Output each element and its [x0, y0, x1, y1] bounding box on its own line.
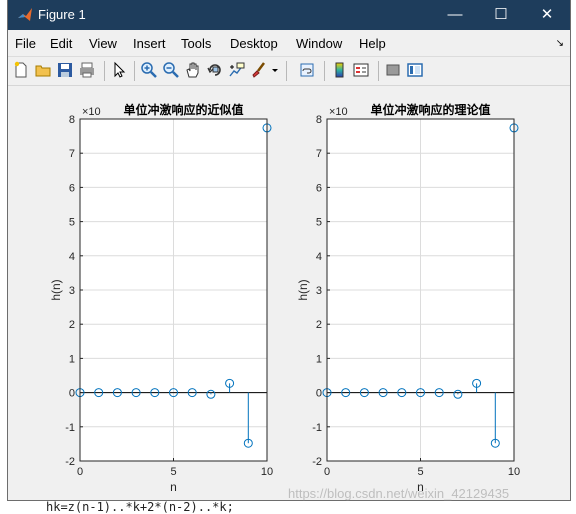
chart2-y-tick-label: 7	[316, 148, 322, 160]
chart2-x-tick-label: 0	[324, 466, 330, 478]
chart1-y-tick-label: 7	[69, 148, 75, 160]
chart1-x-tick-label: 5	[170, 466, 176, 478]
menu-edit[interactable]: Edit	[50, 36, 72, 51]
chart1-x-axis-label: n	[170, 480, 177, 494]
chart1-y-tick-label: 6	[69, 182, 75, 194]
toolbar-separator	[378, 61, 379, 81]
chart1-y-tick-label: -2	[65, 456, 75, 468]
chart1-y-tick-label: 5	[69, 217, 75, 229]
figure-window: Figure 1 — ☐ ✕ File Edit View Insert Too…	[8, 0, 570, 500]
chart2-y-tick-label: -2	[312, 456, 322, 468]
chart2-x-tick-label: 5	[417, 466, 423, 478]
save-icon[interactable]	[56, 61, 74, 79]
rotate-3d-icon[interactable]	[206, 61, 224, 79]
chart1-y-tick-label: -1	[65, 422, 75, 434]
menu-bar: File Edit View Insert Tools Desktop Wind…	[8, 30, 570, 57]
hide-plot-tools-icon[interactable]	[384, 61, 402, 79]
open-file-icon[interactable]	[34, 61, 52, 79]
matlab-logo-icon	[18, 8, 32, 21]
chart2-y-axis-label: h(n)	[296, 279, 310, 300]
chart2-title: 单位冲激响应的理论值	[370, 102, 490, 117]
chart1-y-tick-label: 8	[69, 114, 75, 126]
select-arrow-icon[interactable]	[110, 61, 128, 79]
chart2-x-tick-label: 10	[508, 466, 520, 478]
chart2-y-tick-label: 0	[316, 388, 322, 400]
chart1-y-tick-label: 4	[69, 251, 75, 263]
chart1-y-tick-label: 1	[69, 353, 75, 365]
maximize-button[interactable]: ☐	[478, 0, 524, 30]
colorbar-icon[interactable]	[330, 61, 348, 79]
chart2-exponent-label: ×10	[329, 106, 348, 118]
chart2-y-tick-label: 2	[316, 319, 322, 331]
legend-icon[interactable]	[352, 61, 370, 79]
window-title: Figure 1	[38, 7, 86, 22]
background-editor-right	[569, 0, 576, 514]
toolbar-separator	[104, 61, 105, 81]
menu-dock-arrow-icon[interactable]: ↘	[556, 38, 564, 49]
menu-view[interactable]: View	[89, 36, 117, 51]
menu-desktop[interactable]: Desktop	[230, 36, 278, 51]
chart1-x-tick-label: 10	[261, 466, 273, 478]
close-button[interactable]: ✕	[524, 0, 570, 30]
zoom-in-icon[interactable]	[140, 61, 158, 79]
data-cursor-icon[interactable]	[228, 61, 246, 79]
new-figure-icon[interactable]	[12, 61, 30, 79]
brush-icon[interactable]	[250, 61, 268, 79]
link-plot-icon[interactable]	[298, 61, 316, 79]
chart2-y-tick-label: 3	[316, 285, 322, 297]
brush-dropdown-icon[interactable]	[270, 61, 280, 79]
menu-insert[interactable]: Insert	[133, 36, 166, 51]
plots-canvas[interactable]: -2-10123456780 5 10×10 单位冲激响应的近似值nh(n)-2-10…	[8, 86, 570, 500]
title-bar[interactable]: Figure 1 — ☐ ✕	[8, 0, 570, 30]
chart2-y-tick-label: 6	[316, 182, 322, 194]
chart1-x-tick-label: 0	[77, 466, 83, 478]
figure-toolbar	[8, 57, 570, 86]
chart2-y-tick-label: 5	[316, 217, 322, 229]
menu-window[interactable]: Window	[296, 36, 342, 51]
chart1-exponent-label: ×10	[82, 106, 101, 118]
minimize-button[interactable]: —	[432, 0, 478, 30]
print-icon[interactable]	[78, 61, 96, 79]
toolbar-separator	[134, 61, 135, 81]
toolbar-separator	[286, 61, 287, 81]
zoom-out-icon[interactable]	[162, 61, 180, 79]
menu-file[interactable]: File	[15, 36, 36, 51]
menu-tools[interactable]: Tools	[181, 36, 211, 51]
toolbar-separator	[324, 61, 325, 81]
watermark-text: https://blog.csdn.net/weixin_42129435	[288, 486, 510, 501]
chart1-y-axis-label: h(n)	[49, 279, 63, 300]
chart1-y-tick-label: 0	[69, 388, 75, 400]
plot-area: -2 -1 0 1 2 3 4 5 6 7 8 0 5 10 ×10 单位冲激响应的近似值 n h(n) -2 -1 0…	[8, 86, 570, 500]
chart1-title: 单位冲激响应的近似值	[123, 102, 243, 117]
chart2-y-tick-label: 8	[316, 114, 322, 126]
chart2-y-tick-label: 1	[316, 353, 322, 365]
show-plot-tools-icon[interactable]	[406, 61, 424, 79]
chart2-y-tick-label: 4	[316, 251, 322, 263]
chart1-y-tick-label: 3	[69, 285, 75, 297]
background-code-line: hk=z(n-1)..*k+2*(n-2)..*k;	[46, 500, 234, 514]
chart1-y-tick-label: 2	[69, 319, 75, 331]
menu-help[interactable]: Help	[359, 36, 386, 51]
pan-hand-icon[interactable]	[184, 61, 202, 79]
chart2-y-tick-label: -1	[312, 422, 322, 434]
